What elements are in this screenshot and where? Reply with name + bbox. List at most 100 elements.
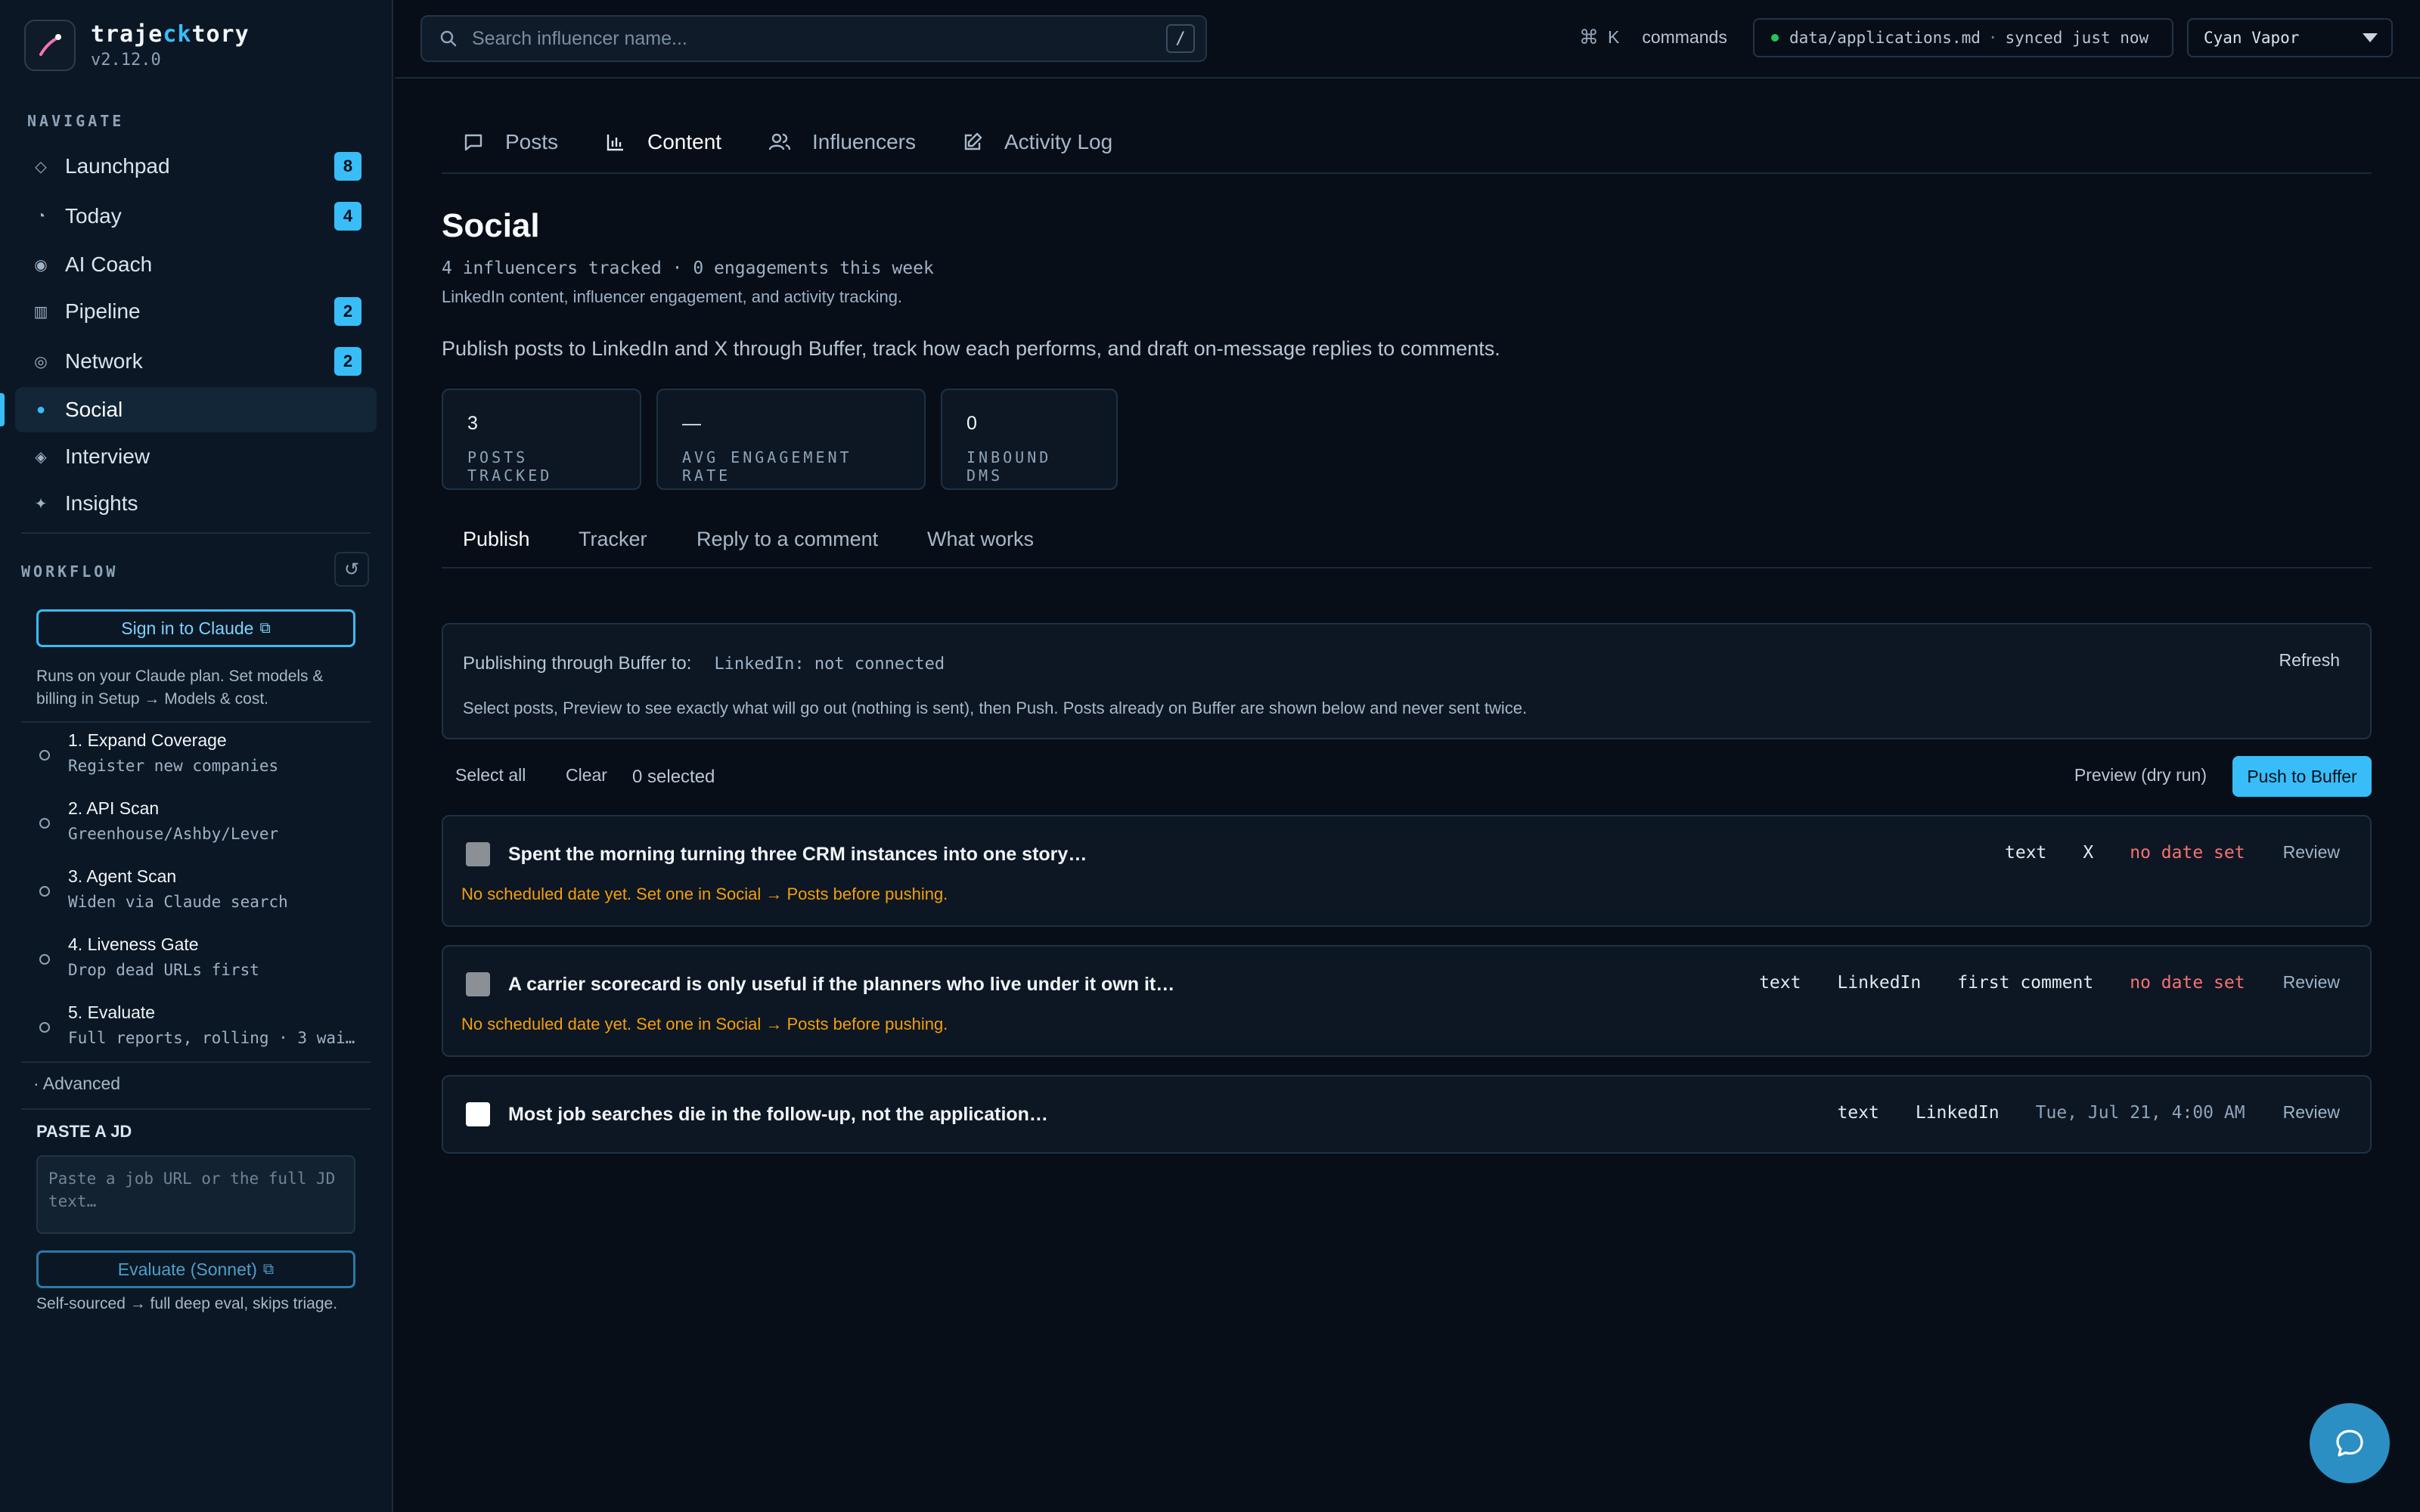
post-checkbox[interactable] [466, 972, 490, 996]
post-date: no date set [2130, 972, 2245, 993]
search-icon [440, 30, 457, 47]
active-nav-marker [0, 393, 5, 426]
brand[interactable]: trajecktory v2.12.0 [24, 20, 250, 71]
command-palette-hint[interactable]: ⌘ K commands [1579, 26, 1727, 49]
evaluate-note: Self-sourced → full deep eval, skips tri… [36, 1295, 338, 1312]
post-type: text [1837, 1102, 1879, 1123]
page-stats-line: 4 influencers tracked · 0 engagements th… [442, 259, 934, 278]
post-checkbox[interactable] [466, 1102, 490, 1126]
step-status-icon [39, 818, 50, 829]
count-badge: 4 [334, 202, 361, 231]
step-subtitle: Register new companies [68, 757, 279, 775]
edit-icon [964, 132, 982, 150]
review-button[interactable]: Review [2283, 972, 2340, 993]
clear-button[interactable]: Clear [566, 765, 607, 785]
tab-content[interactable]: Content [605, 130, 721, 154]
sidebar-item-network[interactable]: ◎ Network 2 [15, 339, 377, 384]
navigate-label: NAVIGATE [27, 112, 125, 130]
sync-status[interactable]: data/applications.md · synced just now [1753, 18, 2173, 57]
subtab-tracker[interactable]: Tracker [579, 528, 647, 551]
tab-posts[interactable]: Posts [463, 130, 558, 154]
post-checkbox[interactable] [466, 842, 490, 866]
sidebar-item-label: Insights [65, 491, 138, 515]
theme-select[interactable]: Cyan Vapor [2187, 18, 2393, 57]
buffer-label: Publishing through Buffer to: [463, 653, 692, 674]
subtab-what-works[interactable]: What works [927, 528, 1034, 551]
select-all-button[interactable]: Select all [455, 765, 526, 785]
sidebar-item-social[interactable]: ● Social [15, 387, 377, 432]
paste-jd-label: PASTE A JD [36, 1122, 132, 1141]
step-title: 3. Agent Scan [68, 866, 177, 886]
sidebar-item-interview[interactable]: ◈ Interview [15, 434, 377, 479]
push-to-buffer-button[interactable]: Push to Buffer [2232, 756, 2372, 797]
post-row[interactable]: A carrier scorecard is only useful if th… [442, 945, 2372, 1057]
plan-note: Runs on your Claude plan. Set models & b… [36, 668, 324, 708]
step-status-icon [39, 1022, 50, 1033]
review-button[interactable]: Review [2283, 1102, 2340, 1123]
tab-influencers[interactable]: Influencers [768, 130, 916, 154]
sidebar-item-label: Social [65, 398, 123, 421]
stat-label: POSTS TRACKED [467, 448, 553, 485]
stat-card: 3 POSTS TRACKED [442, 389, 641, 490]
sidebar-item-pipeline[interactable]: ▥ Pipeline 2 [15, 289, 377, 334]
divider [21, 1108, 371, 1110]
page-title: Social [442, 207, 540, 244]
subtab-publish[interactable]: Publish [463, 528, 530, 551]
workflow-step[interactable]: 5. Evaluate Full reports, rolling · 3 wa… [36, 1002, 369, 1047]
refresh-button[interactable]: Refresh [2279, 650, 2340, 671]
jd-input[interactable] [36, 1155, 355, 1234]
button-label: Sign in to Claude [121, 618, 254, 638]
sign-in-claude-button[interactable]: Sign in to Claude ⧉ [36, 609, 355, 647]
workflow-step[interactable]: 4. Liveness Gate Drop dead URLs first [36, 934, 369, 979]
preview-dry-run-button[interactable]: Preview (dry run) [2074, 765, 2207, 785]
chat-button[interactable] [2310, 1403, 2390, 1483]
sidebar-item-today[interactable]: ◔ Today 4 [15, 194, 377, 239]
sidebar-item-insights[interactable]: ✦ Insights [15, 481, 377, 526]
subtab-reply[interactable]: Reply to a comment [697, 528, 878, 551]
post-type: text [2005, 842, 2047, 863]
dot-icon: ● [36, 401, 46, 418]
post-extra: first comment [1957, 972, 2094, 993]
sidebar-item-label: Today [65, 204, 122, 228]
divider [21, 532, 371, 534]
tab-label: Activity Log [1004, 130, 1113, 153]
workflow-step[interactable]: 2. API Scan Greenhouse/Ashby/Lever [36, 798, 369, 843]
sidebar-item-label: Network [65, 349, 143, 373]
search-shortcut-key: / [1166, 24, 1195, 53]
sidebar-item-label: AI Coach [65, 253, 153, 276]
sidebar-item-label: Pipeline [65, 299, 141, 323]
divider [21, 1061, 371, 1063]
selected-count: 0 selected [632, 767, 715, 787]
workflow-step[interactable]: 3. Agent Scan Widen via Claude search [36, 866, 369, 911]
review-button[interactable]: Review [2283, 842, 2340, 863]
sidebar-item-ai-coach[interactable]: ◉ AI Coach [15, 242, 377, 287]
post-title: A carrier scorecard is only useful if th… [508, 974, 1175, 995]
post-row[interactable]: Spent the morning turning three CRM inst… [442, 815, 2372, 927]
post-title: Spent the morning turning three CRM inst… [508, 844, 1087, 865]
advanced-toggle[interactable]: · Advanced [33, 1074, 120, 1094]
sidebar-item-launchpad[interactable]: ◇ Launchpad 8 [15, 144, 377, 189]
command-key-icon: ⌘ [1579, 26, 1599, 48]
logo-icon [24, 20, 76, 71]
step-status-icon [39, 886, 50, 897]
post-platform: X [2083, 842, 2094, 863]
post-date: no date set [2130, 842, 2245, 863]
step-subtitle: Full reports, rolling · 3 wai… [68, 1029, 355, 1047]
workflow-step[interactable]: 1. Expand Coverage Register new companie… [36, 730, 369, 775]
sync-status-dot [1771, 34, 1779, 42]
sidebar-item-label: Interview [65, 445, 150, 468]
sidebar: trajecktory v2.12.0 NAVIGATE ◇ Launchpad… [0, 0, 393, 1512]
evaluate-button[interactable]: Evaluate (Sonnet) ⧉ [36, 1250, 355, 1288]
refresh-workflow-button[interactable]: ↺ [334, 552, 369, 587]
tab-activity-log[interactable]: Activity Log [962, 130, 1112, 154]
commands-label: commands [1642, 27, 1727, 47]
step-title: 2. API Scan [68, 798, 160, 818]
search-box[interactable]: / [420, 15, 1207, 62]
step-subtitle: Greenhouse/Ashby/Lever [68, 825, 279, 843]
tab-label: Posts [505, 130, 559, 153]
count-badge: 8 [334, 152, 361, 181]
stat-value: — [682, 413, 701, 434]
post-row[interactable]: Most job searches die in the follow-up, … [442, 1075, 2372, 1154]
search-input[interactable] [472, 27, 1137, 50]
step-subtitle: Widen via Claude search [68, 893, 288, 911]
